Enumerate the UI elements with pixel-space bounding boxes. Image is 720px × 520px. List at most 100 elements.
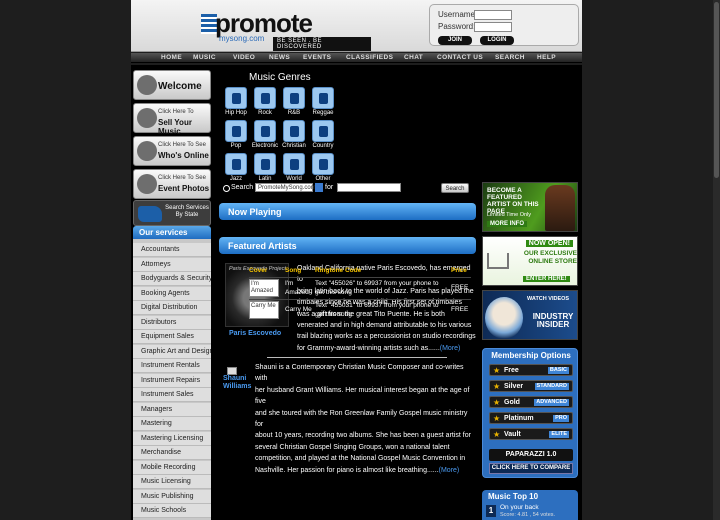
membership-free[interactable]: ★ Free BASIC bbox=[489, 364, 573, 376]
site-logo[interactable]: promote mysong.com BE SEEN . BE DISCOVER… bbox=[201, 9, 371, 51]
genre-tile[interactable] bbox=[254, 120, 276, 142]
image-placeholder-icon bbox=[227, 367, 237, 375]
genre-tile[interactable] bbox=[312, 120, 334, 142]
star-icon: ★ bbox=[493, 430, 501, 439]
service-item[interactable]: Music Publishing bbox=[133, 489, 211, 504]
genre-label[interactable]: Pop bbox=[221, 143, 251, 149]
membership-platinum[interactable]: ★ Platinum PRO bbox=[489, 412, 573, 424]
genre-label[interactable]: World bbox=[279, 176, 309, 182]
search-scope-select[interactable]: PromoteMySong.com bbox=[255, 183, 316, 192]
genre-label[interactable]: Latin bbox=[250, 176, 280, 182]
sell-music-button[interactable]: Click Here To Sell Your Music bbox=[133, 103, 211, 136]
online-store-ad[interactable]: NOW OPEN! OUR EXCLUSIVE ONLINE STORE ENT… bbox=[482, 236, 578, 286]
membership-silver[interactable]: ★ Silver STANDARD bbox=[489, 380, 573, 392]
genre-label[interactable]: Reggae bbox=[308, 110, 338, 116]
scrollbar[interactable] bbox=[713, 0, 720, 520]
bio-line: trail blazing works as a percussionist o… bbox=[297, 333, 476, 341]
nav-chat[interactable]: CHAT bbox=[404, 54, 423, 61]
service-item[interactable]: Managers bbox=[133, 402, 211, 417]
genre-label[interactable]: Country bbox=[308, 143, 338, 149]
genre-label[interactable]: Electronic bbox=[250, 143, 280, 149]
login-box: Username: Password: JOIN LOGIN bbox=[429, 4, 579, 46]
featured-artist-ad[interactable]: BECOME A FEATURED ARTIST ON THIS PAGE Li… bbox=[482, 182, 578, 232]
welcome-button[interactable]: Welcome bbox=[133, 70, 211, 100]
genre-label[interactable]: Other bbox=[308, 176, 338, 182]
username-input[interactable] bbox=[474, 10, 512, 20]
site-header: promote mysong.com BE SEEN . BE DISCOVER… bbox=[131, 0, 582, 52]
song-title[interactable]: I'm Amazed bbox=[285, 279, 313, 297]
service-item[interactable]: Accountants bbox=[133, 243, 211, 257]
genre-tile[interactable] bbox=[312, 153, 334, 175]
top-song-link[interactable]: On your back bbox=[500, 504, 539, 511]
nav-events[interactable]: EVENTS bbox=[303, 54, 331, 61]
genre-tile[interactable] bbox=[283, 87, 305, 109]
service-item[interactable]: Mastering Licensing bbox=[133, 431, 211, 446]
more-link[interactable]: (More) bbox=[439, 467, 460, 474]
paparazzi-option[interactable]: PAPARAZZI 1.0 bbox=[489, 449, 573, 461]
cover-image[interactable]: I'm Amazed bbox=[249, 279, 279, 297]
genre-tile[interactable] bbox=[283, 153, 305, 175]
scrollbar-thumb[interactable] bbox=[714, 2, 719, 178]
service-item[interactable]: Graphic Art and Design bbox=[133, 344, 211, 359]
service-item[interactable]: Digital Distribution bbox=[133, 301, 211, 315]
service-item[interactable]: Equipment Sales bbox=[133, 330, 211, 344]
service-item[interactable]: Mobile Recording bbox=[133, 460, 211, 475]
genre-tile[interactable] bbox=[254, 87, 276, 109]
service-item[interactable]: Merchandise bbox=[133, 446, 211, 460]
genre-tile[interactable] bbox=[312, 87, 334, 109]
genre-label[interactable]: R&B bbox=[279, 110, 309, 116]
service-item[interactable]: Instrument Sales bbox=[133, 388, 211, 402]
login-button[interactable]: LOGIN bbox=[480, 36, 514, 45]
service-item[interactable]: Instrument Rentals bbox=[133, 359, 211, 373]
nav-news[interactable]: NEWS bbox=[269, 54, 290, 61]
artist-name-link[interactable]: Paris Escovedo bbox=[229, 330, 281, 337]
song-title[interactable]: Carry Me bbox=[285, 305, 313, 314]
nav-contact-us[interactable]: CONTACT US bbox=[437, 54, 483, 61]
row-divider bbox=[249, 277, 471, 278]
ad-headline: OUR EXCLUSIVE ONLINE STORE bbox=[523, 250, 577, 265]
genre-tile[interactable] bbox=[225, 120, 247, 142]
nav-video[interactable]: VIDEO bbox=[233, 54, 255, 61]
col-song: Song bbox=[285, 267, 302, 274]
chevron-down-icon[interactable] bbox=[315, 183, 323, 192]
cover-image[interactable]: Carry Me bbox=[249, 301, 279, 319]
membership-vault[interactable]: ★ Vault ELITE bbox=[489, 428, 573, 440]
service-item[interactable]: Attorneys bbox=[133, 257, 211, 272]
nav-search[interactable]: SEARCH bbox=[495, 54, 525, 61]
service-item[interactable]: Distributors bbox=[133, 315, 211, 330]
nav-home[interactable]: HOME bbox=[161, 54, 182, 61]
genre-label[interactable]: Jazz bbox=[221, 176, 251, 182]
service-item[interactable]: Music Licensing bbox=[133, 475, 211, 489]
ad-enter-button[interactable]: ENTER HERE! bbox=[523, 276, 570, 282]
join-button[interactable]: JOIN bbox=[438, 36, 472, 45]
nav-classifieds[interactable]: CLASSIFIEDS bbox=[346, 54, 393, 61]
compare-button[interactable]: CLICK HERE TO COMPARE bbox=[489, 463, 573, 474]
genre-tile[interactable] bbox=[225, 87, 247, 109]
genre-label[interactable]: Christian bbox=[279, 143, 309, 149]
whos-online-button[interactable]: Click Here To See Who's Online bbox=[133, 136, 211, 166]
nav-music[interactable]: MUSIC bbox=[193, 54, 216, 61]
ad-more-info-button[interactable]: MORE INFO bbox=[487, 221, 527, 227]
genre-tile[interactable] bbox=[225, 153, 247, 175]
service-item[interactable]: Music Schools bbox=[133, 504, 211, 518]
membership-gold[interactable]: ★ Gold ADVANCED bbox=[489, 396, 573, 408]
nav-help[interactable]: HELP bbox=[537, 54, 556, 61]
more-link[interactable]: (More) bbox=[440, 345, 461, 352]
genre-label[interactable]: Rock bbox=[250, 110, 280, 116]
right-gutter bbox=[582, 0, 720, 520]
event-photos-button[interactable]: Click Here To See Event Photos bbox=[133, 169, 211, 199]
state-search-button[interactable]: Search Services By State bbox=[133, 200, 211, 226]
genre-tile[interactable] bbox=[283, 120, 305, 142]
service-item[interactable]: Mastering bbox=[133, 417, 211, 431]
service-item[interactable]: Bodyguards & Security bbox=[133, 272, 211, 286]
search-button[interactable]: Search bbox=[441, 183, 469, 193]
password-input[interactable] bbox=[474, 22, 512, 32]
service-item[interactable]: Instrument Repairs bbox=[133, 373, 211, 388]
genre-tile[interactable] bbox=[254, 153, 276, 175]
search-input[interactable] bbox=[337, 183, 401, 192]
service-item[interactable]: Booking Agents bbox=[133, 286, 211, 301]
genres-title: Music Genres bbox=[249, 72, 311, 83]
industry-insider-ad[interactable]: WATCH VIDEOS INDUSTRY INSIDER bbox=[482, 290, 578, 340]
genre-label[interactable]: Hip Hop bbox=[221, 110, 251, 116]
artist-name-link[interactable]: Shauni Williams bbox=[223, 375, 255, 391]
